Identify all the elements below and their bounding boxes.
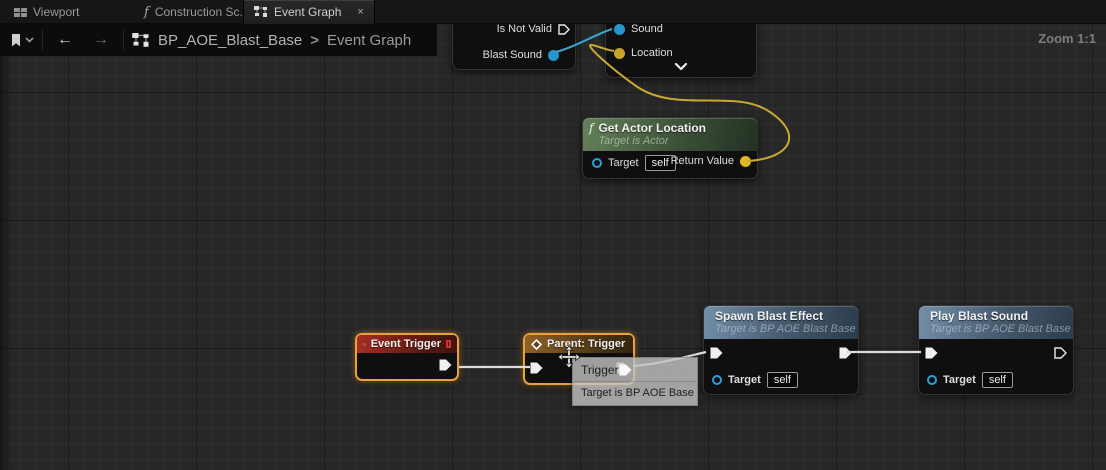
exec-pin-in[interactable] — [530, 362, 543, 374]
pin-label-is-not-valid: Is Not Valid — [497, 24, 552, 35]
node-title: Event Trigger — [371, 337, 441, 351]
vector-pin-icon[interactable] — [614, 48, 625, 59]
blueprint-editor-window: Viewport f Construction Sc... Event Grap… — [0, 0, 1106, 470]
return-vector-pin-icon[interactable] — [740, 156, 751, 167]
target-self-input[interactable]: self — [982, 372, 1013, 388]
pin-tooltip: Trigger Target is BP AOE Base — [572, 357, 698, 406]
node-spawn-blast-effect[interactable]: Spawn Blast Effect Target is BP AOE Blas… — [703, 305, 859, 395]
target-self-input[interactable]: self — [767, 372, 798, 388]
node-play-blast-sound[interactable]: Play Blast Sound Target is BP AOE Blast … — [918, 305, 1074, 395]
pin-label-location: Location — [631, 47, 673, 59]
pin-label-blast-sound: Blast Sound — [483, 49, 542, 61]
pin-label-sound: Sound — [631, 24, 663, 35]
event-graph-canvas[interactable]: Is Not Valid Blast Sound Sound Location — [0, 24, 1106, 470]
audio-pin-icon[interactable] — [548, 50, 559, 61]
exec-pin-in[interactable] — [925, 347, 938, 359]
node-title: Spawn Blast Effect — [715, 309, 856, 323]
tab-viewport[interactable]: Viewport — [4, 0, 89, 24]
breadcrumb-separator-icon: > — [310, 32, 319, 49]
tab-event-graph-label: Event Graph — [274, 5, 341, 19]
bookmark-icon — [10, 33, 22, 48]
exec-pin-out — [619, 364, 632, 376]
tooltip-pin-name: Trigger — [581, 363, 619, 377]
node-subtitle: Target is BP AOE Blast Base — [715, 323, 856, 336]
node-subtitle: Target is BP AOE Blast Base — [930, 323, 1071, 336]
function-icon: f — [589, 121, 593, 135]
audio-pin-icon[interactable] — [614, 24, 625, 35]
exec-pin-out[interactable] — [439, 359, 452, 371]
target-object-pin-icon[interactable] — [592, 158, 602, 168]
node-blast-partial[interactable]: Is Not Valid Blast Sound — [452, 24, 576, 70]
node-subtitle: Target is Actor — [598, 135, 706, 148]
bookmarks-button[interactable] — [10, 33, 34, 48]
wire-layer — [0, 24, 1106, 470]
event-diamond-icon — [363, 339, 366, 350]
toolbar-separator — [42, 30, 43, 50]
tooltip-description: Target is BP AOE Base — [573, 382, 697, 405]
toolbar-separator — [123, 30, 124, 50]
target-object-pin-icon[interactable] — [712, 375, 722, 385]
forward-arrow-icon[interactable]: → — [87, 32, 115, 48]
pin-label-target: Target — [728, 374, 761, 386]
node-result-partial[interactable]: Sound Location — [605, 24, 757, 78]
tab-construction-script[interactable]: f Construction Sc... — [134, 0, 260, 24]
delegate-pin-icon[interactable] — [446, 340, 451, 348]
pin-label-return-value: Return Value — [671, 155, 734, 167]
function-icon: f — [144, 5, 149, 20]
graph-nav-toolbar: ← → BP_AOE_Blast_Base > Event Graph — [0, 24, 437, 56]
graph-icon — [254, 6, 268, 18]
exec-pin-in[interactable] — [710, 347, 723, 359]
tab-event-graph[interactable]: Event Graph × — [243, 0, 375, 24]
exec-pin-out-hollow[interactable] — [1054, 347, 1067, 359]
chevron-down-icon[interactable] — [674, 63, 688, 71]
exec-pin-out-hollow[interactable] — [558, 24, 570, 35]
node-get-actor-location[interactable]: f Get Actor Location Target is Actor Tar… — [582, 117, 758, 179]
viewport-grid-icon — [14, 8, 27, 17]
tab-construction-label: Construction Sc... — [155, 5, 250, 19]
pin-label-target: Target — [608, 157, 639, 169]
exec-pin-out[interactable] — [839, 347, 852, 359]
chevron-down-icon — [25, 37, 34, 43]
call-diamond-icon — [531, 339, 542, 350]
close-tab-icon[interactable]: × — [357, 7, 363, 18]
zoom-level-indicator: Zoom 1:1 — [1038, 31, 1096, 46]
breadcrumb-current[interactable]: Event Graph — [327, 32, 411, 49]
back-arrow-icon[interactable]: ← — [51, 32, 79, 48]
tab-viewport-label: Viewport — [33, 5, 79, 19]
move-cursor-icon — [558, 346, 580, 368]
target-object-pin-icon[interactable] — [927, 375, 937, 385]
graph-edge-shade — [0, 24, 12, 470]
breadcrumb-root[interactable]: BP_AOE_Blast_Base — [158, 32, 302, 49]
node-title: Get Actor Location — [598, 121, 706, 135]
pin-label-target: Target — [943, 374, 976, 386]
node-title: Play Blast Sound — [930, 309, 1071, 323]
document-tab-bar: Viewport f Construction Sc... Event Grap… — [0, 0, 1106, 24]
node-event-trigger[interactable]: Event Trigger — [355, 333, 459, 381]
graph-icon — [132, 33, 150, 48]
